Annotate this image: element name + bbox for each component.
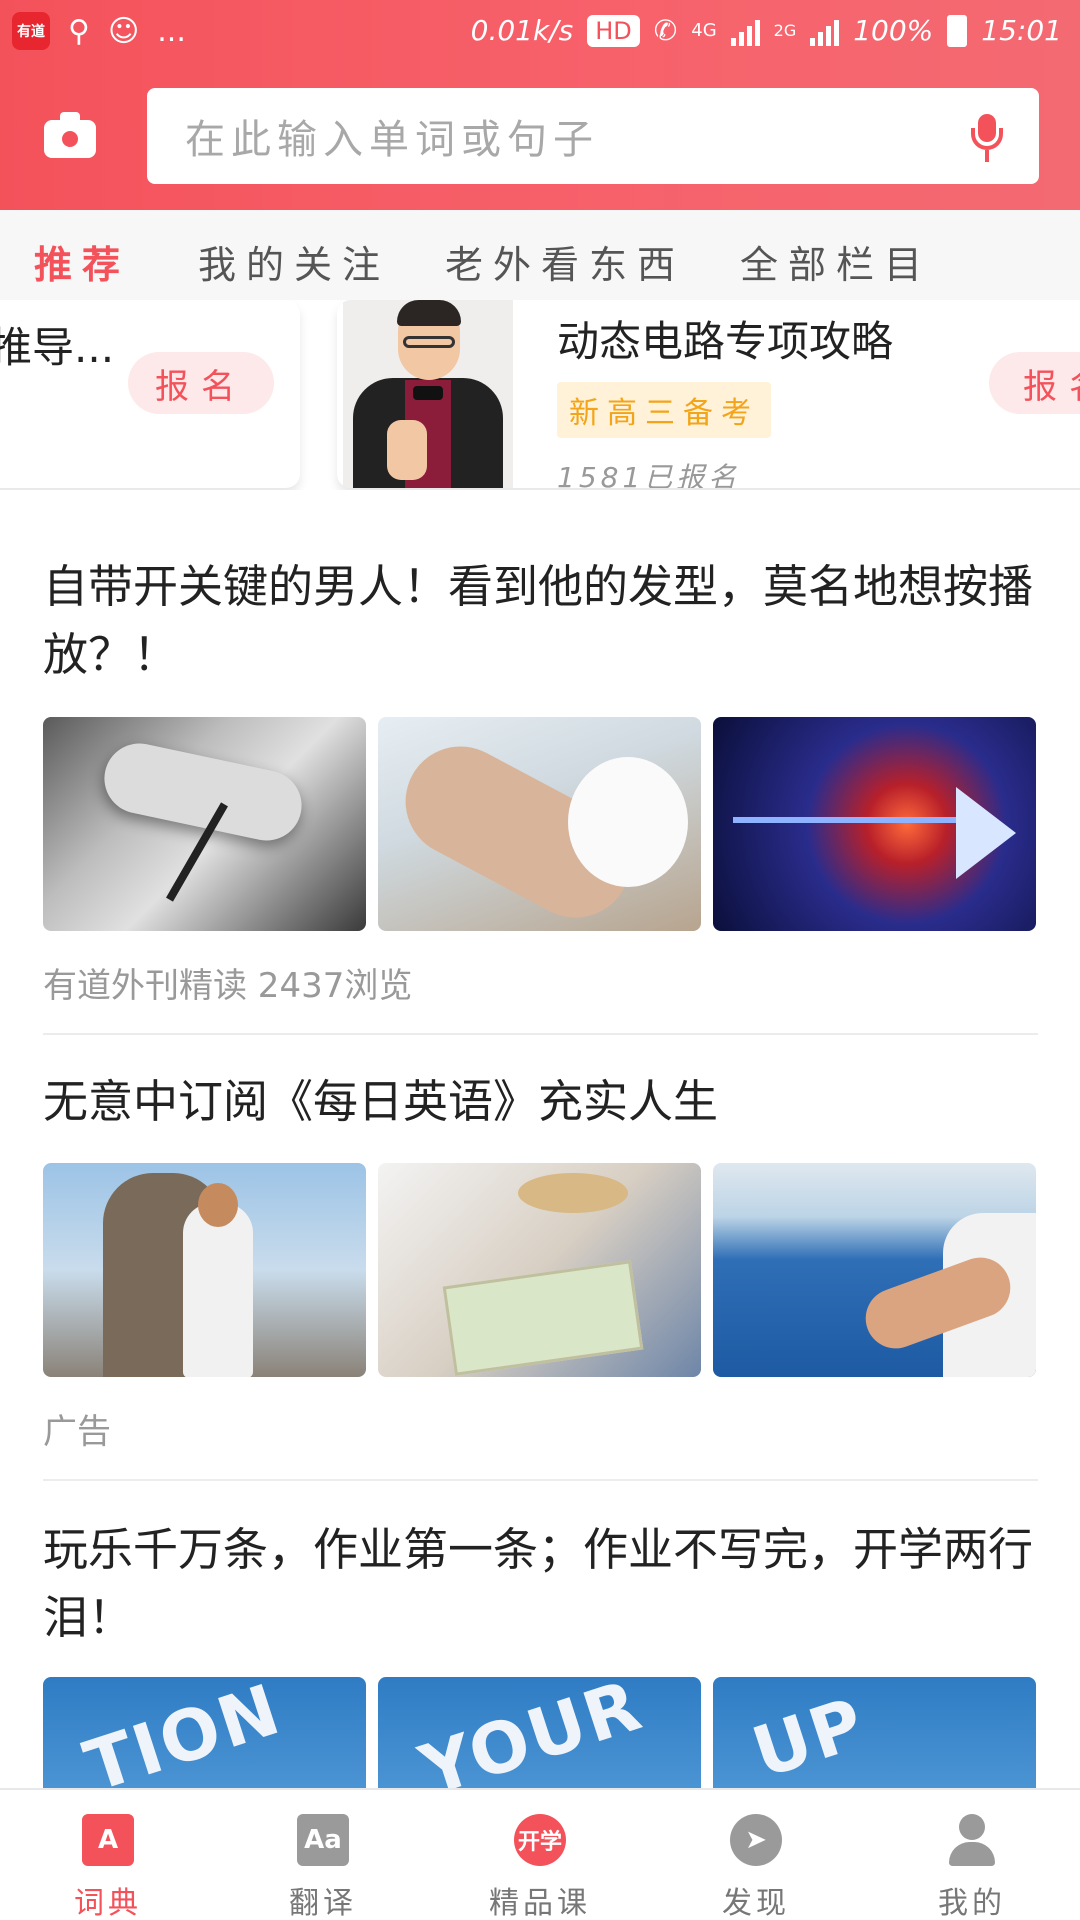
divider (43, 1033, 1038, 1035)
course-tag: 新高三备考 (557, 382, 771, 438)
article-images (43, 1163, 1036, 1377)
search-input[interactable]: 在此输入单词或句子 (147, 88, 1039, 184)
article-card[interactable]: 自带开关键的男人！看到他的发型，莫名地想按播放？！ 有道外刊精读 2437浏览 (43, 553, 1038, 1006)
more-dots: ... (157, 13, 186, 49)
article-card[interactable]: 玩乐千万条，作业第一条；作业不写完，开学两行泪！ TION YOUR UP (43, 1516, 1038, 1891)
network-speed: 0.01k/s (470, 14, 574, 47)
nav-translate[interactable]: Aa 翻译 (263, 1814, 383, 1920)
search-icon: ⚲ (68, 13, 90, 49)
compass-icon: ➤ (730, 1814, 782, 1866)
nav-profile[interactable]: 我的 (912, 1814, 1032, 1920)
translate-icon: Aa (297, 1814, 349, 1866)
signal-2g-icon (810, 16, 840, 46)
net-2g-label: 2G (773, 21, 797, 40)
teacher-photo (343, 300, 513, 488)
profile-icon (946, 1814, 998, 1866)
bottom-navigation: A 词典 Aa 翻译 开学 精品课 ➤ 发现 我的 (0, 1788, 1080, 1920)
hd-badge: HD (587, 14, 640, 47)
camera-button[interactable] (44, 112, 100, 160)
nav-courses[interactable]: 开学 精品课 (480, 1814, 600, 1920)
tab-foreigners-view[interactable]: 老外看东西 (445, 234, 685, 289)
article-images (43, 717, 1036, 931)
signup-button[interactable]: 报名 (128, 352, 274, 414)
kaixue-icon: 开学 (514, 1814, 566, 1866)
course-title: 动态电路专项攻略 (557, 317, 894, 366)
nav-label: 翻译 (289, 1886, 357, 1920)
youdao-app-icon: 有道 (12, 12, 50, 50)
signal-icon (730, 16, 760, 46)
sea-phone-image (713, 1163, 1036, 1377)
tab-recommend[interactable]: 推荐 (34, 234, 130, 289)
article-title[interactable]: 自带开关键的男人！看到他的发型，莫名地想按播放？！ (43, 553, 1038, 689)
nav-label: 词典 (74, 1886, 142, 1920)
article-title[interactable]: 无意中订阅《每日英语》充实人生 (43, 1068, 1038, 1136)
battery-percent: 100% (853, 14, 934, 47)
microphone-icon[interactable] (969, 114, 1005, 164)
battery-icon (947, 14, 968, 47)
tab-following[interactable]: 我的关注 (198, 234, 390, 289)
status-bar: 有道 ⚲ ☺ ... 0.01k/s HD ✆ 4G 2G 100% 15:01 (0, 0, 1080, 66)
signup-button[interactable]: 报名 (989, 352, 1080, 414)
course-card[interactable]: 动态电路专项攻略 新高三备考 1581已报名 报名 (337, 300, 1080, 488)
ad-card[interactable]: 无意中订阅《每日英语》充实人生 广告 (43, 1068, 1038, 1452)
ad-label: 广告 (43, 1412, 111, 1452)
course-card[interactable]: 推导... 报名 (0, 300, 300, 488)
header: 有道 ⚲ ☺ ... 0.01k/s HD ✆ 4G 2G 100% 15:01… (0, 0, 1080, 210)
dictionary-icon: A (82, 1814, 134, 1866)
article-meta: 有道外刊精读 2437浏览 (43, 966, 413, 1006)
enrolled-count: 1581已报名 (557, 461, 741, 488)
nav-dictionary[interactable]: A 词典 (48, 1814, 168, 1920)
nav-label: 发现 (722, 1886, 790, 1920)
hair-wash-image (378, 717, 701, 931)
friends-map-image (378, 1163, 701, 1377)
category-tabs: 推荐 我的关注 老外看东西 全部栏目 (0, 210, 1080, 300)
article-title[interactable]: 玩乐千万条，作业第一条；作业不写完，开学两行泪！ (43, 1516, 1038, 1652)
account-icon: ☺ (107, 13, 140, 49)
clock: 15:01 (981, 14, 1062, 47)
course-carousel[interactable]: 推导... 报名 动态电路专项攻略 新高三备考 1581已报名 报名 (0, 300, 1080, 490)
course-title: 推导... (0, 323, 115, 372)
bridge-woman-image (43, 1163, 366, 1377)
nav-discover[interactable]: ➤ 发现 (696, 1814, 816, 1920)
barber-scissors-image (43, 717, 366, 931)
nav-label: 精品课 (489, 1886, 591, 1920)
divider (43, 1479, 1038, 1481)
call-icon: ✆ (653, 14, 678, 47)
net-4g-label: 4G (691, 20, 717, 41)
tab-all-columns[interactable]: 全部栏目 (740, 234, 932, 289)
nav-label: 我的 (938, 1886, 1006, 1920)
tech-arrow-image (713, 717, 1036, 931)
search-placeholder: 在此输入单词或句子 (185, 117, 599, 163)
